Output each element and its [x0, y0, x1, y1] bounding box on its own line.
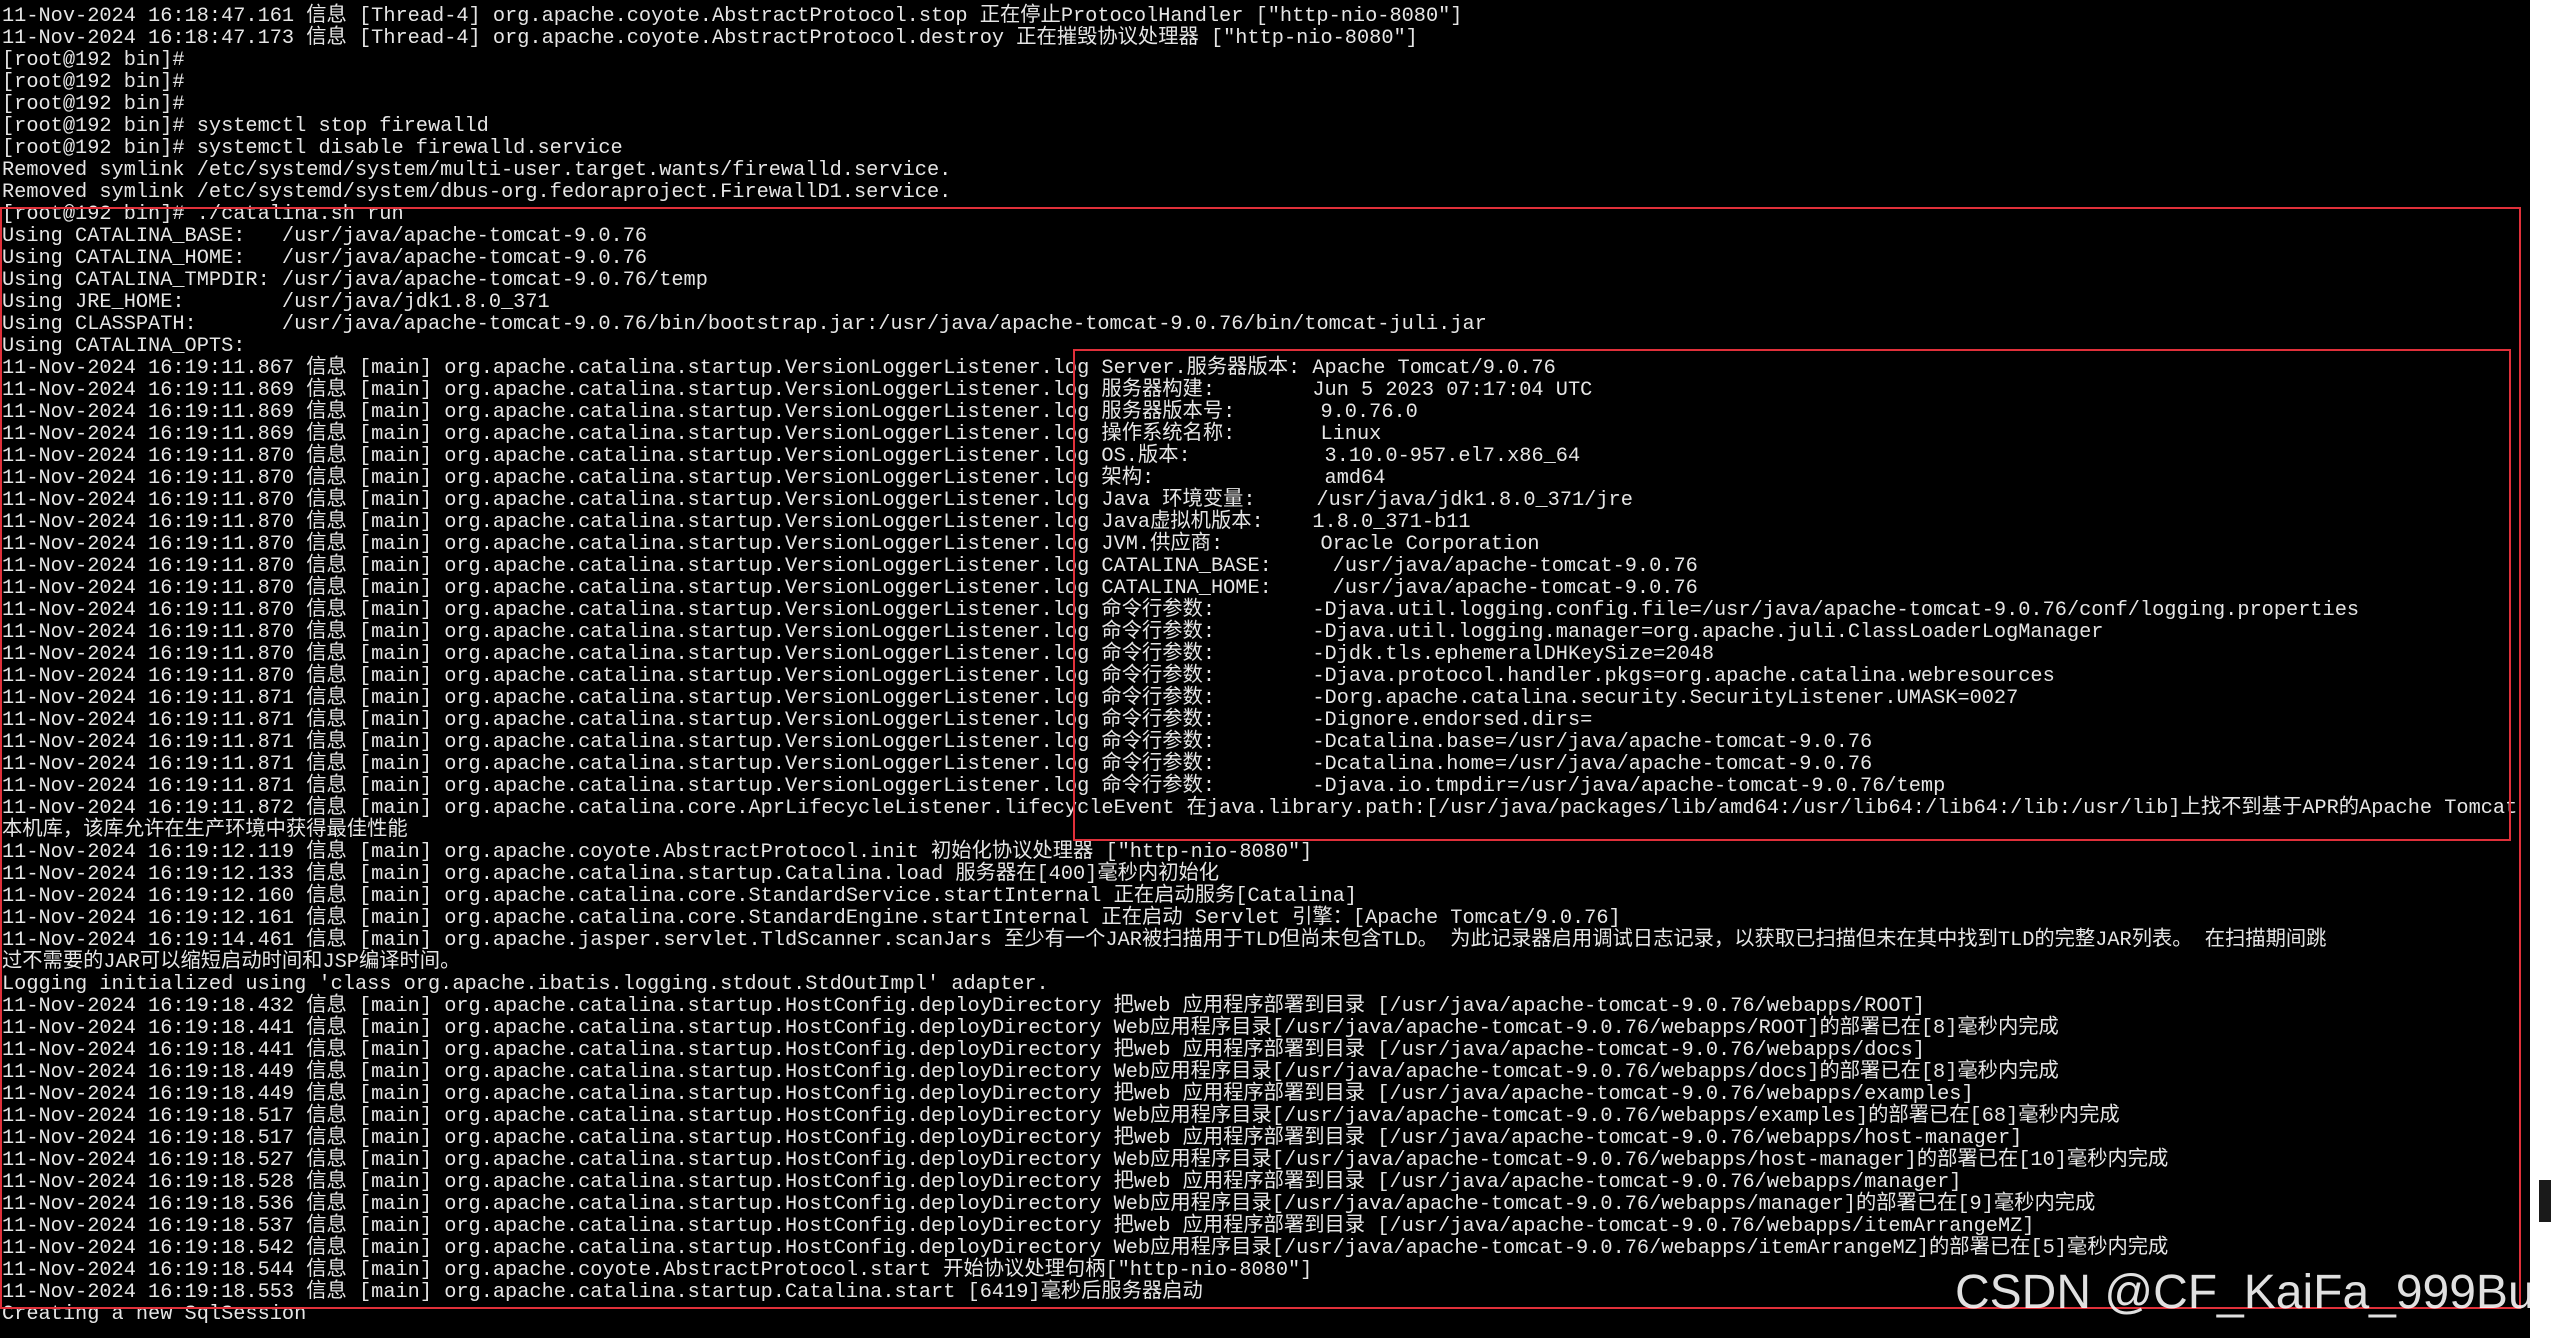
- watermark-text: CSDN @CF_KaiFa_999Bug: [1955, 1266, 2559, 1319]
- scrollbar-thumb[interactable]: [2539, 1180, 2551, 1222]
- highlight-box-version-info: [1073, 349, 2511, 841]
- terminal-line: [root@192 bin]#: [2, 93, 185, 116]
- terminal-line: [root@192 bin]#: [2, 71, 185, 94]
- terminal-line: [root@192 bin]#: [2, 49, 185, 72]
- terminal-line: Removed symlink /etc/systemd/system/mult…: [2, 159, 952, 182]
- terminal-line: 11-Nov-2024 16:18:47.161 信息 [Thread-4] o…: [2, 5, 1463, 28]
- terminal-line: Removed symlink /etc/systemd/system/dbus…: [2, 181, 952, 204]
- terminal-line: [root@192 bin]# systemctl disable firewa…: [2, 137, 623, 160]
- terminal-line: [root@192 bin]# systemctl stop firewalld: [2, 115, 489, 138]
- vertical-scrollbar[interactable]: [2530, 0, 2559, 1338]
- terminal-line: 11-Nov-2024 16:18:47.173 信息 [Thread-4] o…: [2, 27, 1418, 50]
